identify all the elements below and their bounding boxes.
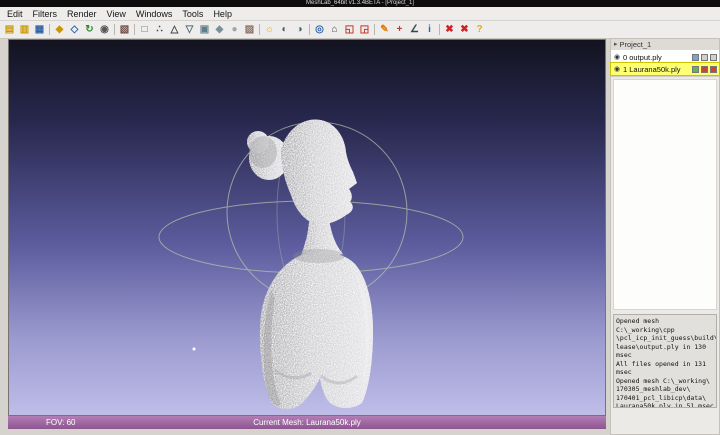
- help-icon[interactable]: ?: [472, 23, 487, 37]
- menu-item-help[interactable]: Help: [208, 9, 237, 19]
- layer-option-button[interactable]: [710, 66, 717, 73]
- log-line: 170401_pcl_libicp\data\: [616, 394, 714, 403]
- reset-view-icon[interactable]: ⌂: [327, 23, 342, 37]
- layer-label: 1 Laurana50k.ply: [623, 65, 690, 74]
- wireframe-render-icon[interactable]: △: [167, 23, 182, 37]
- visibility-eye-icon[interactable]: ◉: [613, 65, 621, 73]
- snapshot-icon[interactable]: ◉: [97, 23, 112, 37]
- layers-panel-header[interactable]: ▸ Project_1: [611, 39, 719, 50]
- layer-option-button[interactable]: [701, 66, 708, 73]
- toolbar-separator: [439, 24, 440, 35]
- menu-item-tools[interactable]: Tools: [177, 9, 208, 19]
- log-console[interactable]: Opened mesh C:\_working\cpp\pcl_icp_init…: [613, 314, 717, 408]
- light-toggle-icon[interactable]: ☼: [262, 23, 277, 37]
- log-line: lease\output.ply in 130 msec: [616, 343, 714, 360]
- menu-item-windows[interactable]: Windows: [131, 9, 178, 19]
- log-line: All files opened in 131 msec: [616, 360, 714, 377]
- meshlab-window: MeshLab_64bit v1.3.4BETA - [Project_1] E…: [0, 0, 720, 435]
- viewport-3d[interactable]: [8, 39, 606, 416]
- log-line: Laurana50k.ply in 51 msec: [616, 402, 714, 408]
- append-project-icon[interactable]: ▥: [17, 23, 32, 37]
- toolbar-separator: [134, 24, 135, 35]
- cursor-dot: [193, 348, 196, 351]
- viewport-canvas: [9, 40, 605, 415]
- layers-panel-title: Project_1: [620, 39, 652, 50]
- toolbar: ▤▥▦◆◇↻◉▧□∴△▽▣◆●▨☼◐◑◎⌂◱◲✎+∠i✖✖?: [0, 21, 720, 39]
- menu-bar: EditFiltersRenderViewWindowsToolsHelp: [0, 7, 720, 21]
- toolbar-separator: [259, 24, 260, 35]
- layer-row-output[interactable]: ◉ 0 output.ply: [611, 51, 719, 63]
- layers-panel: ▸ Project_1 ◉ 0 output.ply ◉ 1 Laurana50…: [610, 38, 720, 435]
- import-mesh-icon[interactable]: ◆: [52, 23, 67, 37]
- layer-properties-area: [613, 79, 717, 310]
- window-title: MeshLab_64bit v1.3.4BETA - [Project_1]: [306, 0, 414, 6]
- select-faces-icon[interactable]: ◲: [357, 23, 372, 37]
- double-side-light-icon[interactable]: ◑: [292, 23, 307, 37]
- backface-light-icon[interactable]: ◐: [277, 23, 292, 37]
- smooth-render-icon[interactable]: ●: [227, 23, 242, 37]
- open-project-icon[interactable]: ▤: [2, 23, 17, 37]
- bbox-render-icon[interactable]: □: [137, 23, 152, 37]
- toolbar-separator: [49, 24, 50, 35]
- select-vertices-icon[interactable]: ◱: [342, 23, 357, 37]
- visibility-eye-icon[interactable]: ◉: [613, 53, 621, 61]
- points-render-icon[interactable]: ∴: [152, 23, 167, 37]
- panel-bottom-spacer: [611, 410, 719, 434]
- delete-all-meshes-icon[interactable]: ✖: [457, 23, 472, 37]
- toolbar-separator: [114, 24, 115, 35]
- info-icon[interactable]: i: [422, 23, 437, 37]
- delete-current-mesh-icon[interactable]: ✖: [442, 23, 457, 37]
- main-area: FOV: 60 Current Mesh: Laurana50k.ply ▸ P…: [0, 38, 720, 435]
- log-line: 170305_meshlab_dev\: [616, 385, 714, 394]
- title-bar[interactable]: MeshLab_64bit v1.3.4BETA - [Project_1]: [0, 0, 720, 7]
- layer-option-button[interactable]: [701, 54, 708, 61]
- layer-option-button[interactable]: [710, 54, 717, 61]
- show-layers-icon[interactable]: ▧: [117, 23, 132, 37]
- layer-row-laurana[interactable]: ◉ 1 Laurana50k.ply: [611, 63, 719, 75]
- menu-item-render[interactable]: Render: [62, 9, 102, 19]
- toolbar-separator: [374, 24, 375, 35]
- pick-points-icon[interactable]: +: [392, 23, 407, 37]
- toolbar-separator: [309, 24, 310, 35]
- flat-render-icon[interactable]: ◆: [212, 23, 227, 37]
- viewport-status-bar: FOV: 60 Current Mesh: Laurana50k.ply: [8, 416, 606, 429]
- hidden-lines-render-icon[interactable]: ▽: [182, 23, 197, 37]
- trackball-icon[interactable]: ◎: [312, 23, 327, 37]
- save-project-icon[interactable]: ▦: [32, 23, 47, 37]
- layer-color-button[interactable]: [692, 66, 699, 73]
- log-line: \pcl_icp_init_guess\build\Re: [616, 334, 714, 343]
- log-line: Opened mesh C:\_working\: [616, 377, 714, 386]
- export-mesh-icon[interactable]: ◇: [67, 23, 82, 37]
- log-line: Opened mesh C:\_working\cpp: [616, 317, 714, 334]
- flat-lines-render-icon[interactable]: ▣: [197, 23, 212, 37]
- menu-item-view[interactable]: View: [102, 9, 131, 19]
- dock-arrow-icon: ▸: [614, 39, 618, 50]
- layer-color-button[interactable]: [692, 54, 699, 61]
- current-mesh-label: Current Mesh: Laurana50k.ply: [8, 416, 606, 429]
- menu-item-edit[interactable]: Edit: [2, 9, 28, 19]
- z-painting-icon[interactable]: ✎: [377, 23, 392, 37]
- reload-mesh-icon[interactable]: ↻: [82, 23, 97, 37]
- layer-label: 0 output.ply: [623, 53, 690, 62]
- layer-list: ◉ 0 output.ply ◉ 1 Laurana50k.ply: [611, 50, 719, 77]
- measure-icon[interactable]: ∠: [407, 23, 422, 37]
- menu-item-filters[interactable]: Filters: [28, 9, 63, 19]
- texture-render-icon[interactable]: ▨: [242, 23, 257, 37]
